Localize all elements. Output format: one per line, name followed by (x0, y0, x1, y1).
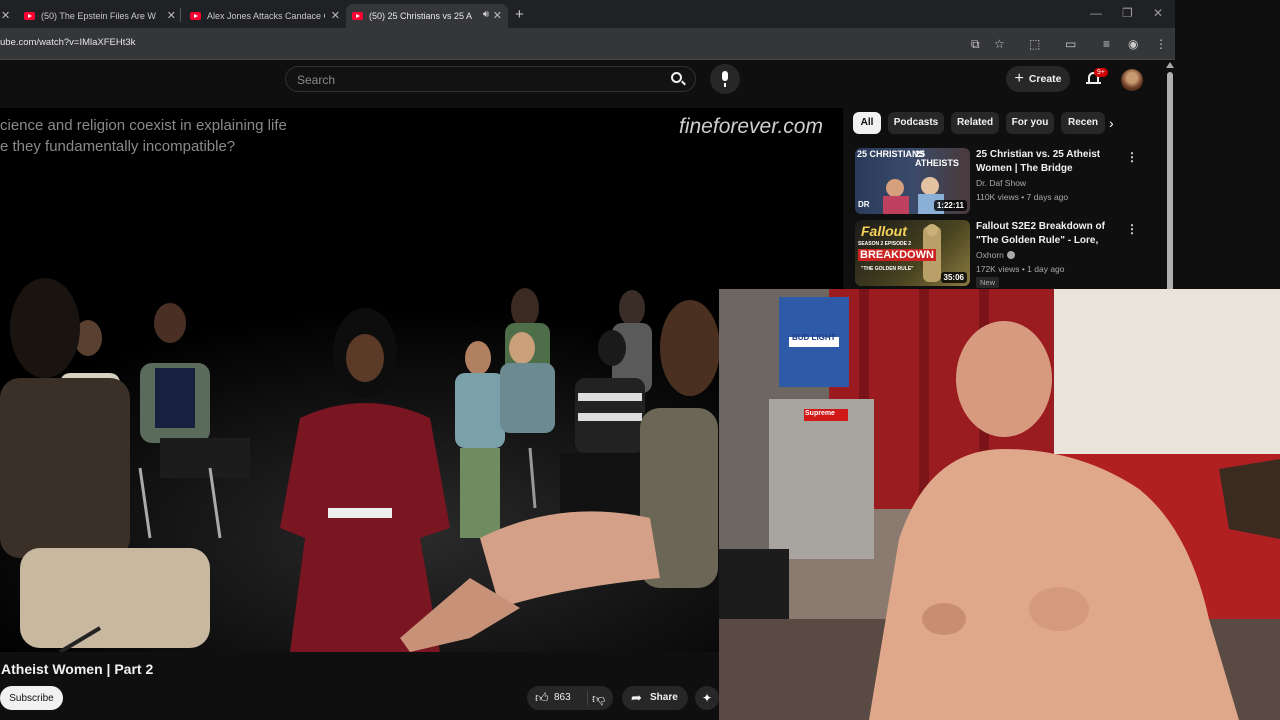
thumbs-up-icon[interactable]: 👍︎ (535, 690, 549, 706)
more-options-icon[interactable]: ⋮ (1126, 222, 1138, 236)
view-count-and-age: 172K views • 1 day ago (976, 264, 1065, 274)
browser-toolbar: ube.com/watch?v=IMlaXFEHt3k ⧉ ☆ ⬚ ▭ ≡ ◉ … (0, 28, 1175, 60)
search-box[interactable]: Search (285, 66, 696, 92)
recommendation-item[interactable]: 25 CHRISTIANS 25 ATHEISTS DR 1:22:11 25 … (855, 148, 1138, 216)
youtube-favicon-icon (190, 12, 201, 20)
youtube-favicon-icon (24, 12, 35, 20)
close-tab-icon[interactable]: ✕ (167, 9, 176, 22)
profile-icon[interactable]: ◉ (1128, 37, 1138, 51)
recommendation-title[interactable]: Fallout S2E2 Breakdown of "The Golden Ru… (976, 220, 1120, 248)
overlay-caption-line-1: cience and religion coexist in explainin… (0, 117, 287, 134)
share-label: Share (650, 692, 678, 703)
thumbnail-caption-season: SEASON 2 EPISODE 2 (858, 241, 912, 247)
create-button[interactable]: + Create (1006, 66, 1070, 92)
webcam-scene (719, 289, 1280, 720)
speaker-icon[interactable]: 🔊︎ (483, 9, 489, 20)
scrollbar-thumb[interactable] (1167, 72, 1173, 302)
new-tab-icon[interactable]: + (515, 6, 524, 23)
tab-title: (50) The Epstein Files Are Way (41, 11, 156, 21)
watermark-text: fineforever.com (679, 115, 823, 138)
tab-alex-jones[interactable]: Alex Jones Attacks Candace O ✕ (184, 4, 342, 28)
channel-name-row[interactable]: Oxhorn (976, 250, 1015, 260)
share-arrow-icon: ➦ (631, 690, 642, 705)
video-duration: 1:22:11 (933, 200, 967, 211)
video-thumbnail[interactable]: 25 CHRISTIANS 25 ATHEISTS DR 1:22:11 (855, 148, 970, 214)
video-thumbnail[interactable]: Fallout SEASON 2 EPISODE 2 BREAKDOWN "TH… (855, 220, 970, 286)
video-frame (0, 268, 843, 652)
browser-menu-icon[interactable]: ⋮ (1155, 37, 1167, 51)
video-duration: 35:06 (940, 272, 967, 283)
tab-title: Alex Jones Attacks Candace O (207, 11, 325, 21)
thumbnail-caption-atheists: 25 ATHEISTS (915, 149, 959, 168)
view-count-and-age: 110K views • 7 days ago (976, 192, 1069, 202)
chip-recent[interactable]: Recen (1061, 112, 1105, 134)
chevron-right-icon[interactable]: › (1109, 115, 1114, 131)
like-count[interactable]: 863 (554, 692, 571, 703)
verified-check-icon (1006, 251, 1015, 259)
fridge-brand-logo: BUD LIGHT (792, 333, 836, 342)
filter-chips: All Podcasts Related For you Recen (853, 112, 1125, 136)
like-dislike-group: 👍︎ 863 👎︎ (527, 686, 613, 710)
video-player[interactable]: cience and religion coexist in explainin… (0, 108, 843, 652)
install-app-icon[interactable]: ⧉ (971, 37, 980, 51)
extensions-icon[interactable]: ⬚ (1029, 37, 1040, 51)
recommendation-title[interactable]: 25 Christian vs. 25 Atheist Women | The … (976, 148, 1120, 176)
ask-sparkle-button[interactable]: ✦ (695, 686, 719, 710)
chip-for-you[interactable]: For you (1006, 112, 1054, 134)
minimize-icon[interactable]: — (1090, 6, 1102, 20)
scroll-up-arrow-icon[interactable] (1166, 62, 1174, 68)
channel-name[interactable]: Oxhorn (976, 250, 1004, 260)
subscribe-button[interactable]: Subscribe (0, 686, 63, 710)
address-bar[interactable]: ube.com/watch?v=IMlaXFEHt3k (0, 37, 135, 48)
video-title: Atheist Women | Part 2 (1, 661, 154, 677)
thumbnail-caption-title: Fallout (861, 223, 907, 239)
screen: ✕ (50) The Epstein Files Are Way ✕ Alex … (0, 0, 1280, 720)
webcam-overlay: BUD LIGHT Supreme (719, 289, 1280, 720)
youtube-favicon-icon (352, 12, 363, 20)
close-window-icon[interactable]: ✕ (1153, 6, 1163, 20)
plus-icon: + (1014, 70, 1024, 87)
close-tab-icon[interactable]: ✕ (1, 9, 10, 22)
split-view-icon[interactable]: ▭ (1065, 37, 1076, 51)
supreme-sticker: Supreme (805, 410, 835, 417)
close-tab-icon[interactable]: ✕ (331, 9, 340, 22)
share-button[interactable]: ➦ Share (622, 686, 688, 710)
tab-christians-vs-atheists[interactable]: (50) 25 Christians vs 25 Athe 🔊︎ ✕ (346, 4, 508, 28)
recommendation-item[interactable]: Fallout SEASON 2 EPISODE 2 BREAKDOWN "TH… (855, 220, 1138, 288)
thumbnail-caption-episode: "THE GOLDEN RULE" (861, 266, 914, 272)
close-tab-icon[interactable]: ✕ (493, 9, 502, 22)
like-divider (587, 691, 588, 705)
channel-name[interactable]: Dr. Daf Show (976, 178, 1026, 188)
tab-separator (180, 8, 181, 22)
search-input[interactable]: Search (297, 73, 335, 87)
create-label: Create (1028, 73, 1062, 85)
bookmark-star-icon[interactable]: ☆ (994, 37, 1005, 51)
thumbs-down-icon[interactable]: 👎︎ (592, 691, 605, 707)
new-badge: New (976, 277, 1000, 288)
notification-badge: 9+ (1094, 68, 1108, 77)
search-button[interactable] (656, 66, 696, 92)
sparkle-icon: ✦ (701, 691, 713, 705)
tab-title: (50) 25 Christians vs 25 Athe (369, 11, 472, 21)
chip-all[interactable]: All (853, 112, 881, 134)
chip-related[interactable]: Related (951, 112, 999, 134)
restore-icon[interactable]: ❐ (1122, 6, 1133, 20)
media-control-icon[interactable]: ≡ (1103, 37, 1110, 51)
browser-tab-strip: ✕ (50) The Epstein Files Are Way ✕ Alex … (0, 0, 1175, 28)
overlay-caption-line-2: e they fundamentally incompatible? (0, 138, 236, 155)
voice-search-button[interactable] (710, 64, 740, 94)
tab-epstein-files[interactable]: (50) The Epstein Files Are Way ✕ (18, 4, 178, 28)
chip-podcasts[interactable]: Podcasts (888, 112, 944, 134)
more-options-icon[interactable]: ⋮ (1126, 150, 1138, 164)
youtube-header: Search + Create 9+ (0, 60, 1175, 108)
thumbnail-caption-breakdown: BREAKDOWN (858, 249, 936, 261)
channel-logo: DR (858, 200, 870, 209)
account-avatar[interactable] (1121, 69, 1143, 91)
